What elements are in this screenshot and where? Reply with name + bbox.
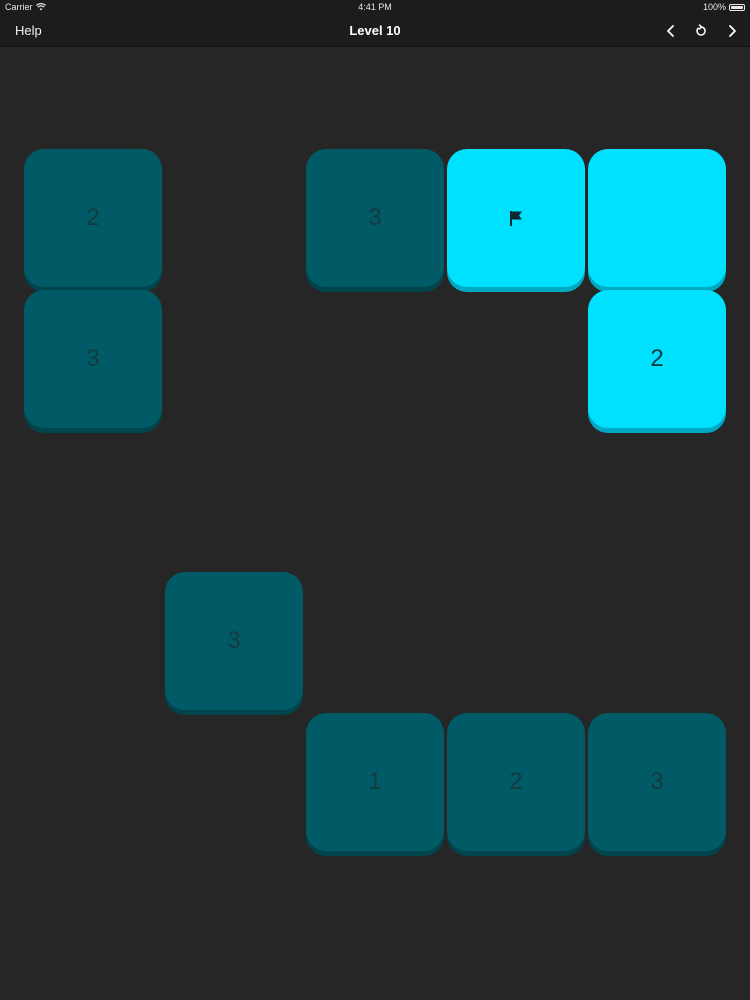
tile-number: 3 bbox=[86, 345, 100, 372]
battery-icon bbox=[729, 3, 745, 11]
tile-dark[interactable]: 3 bbox=[24, 290, 162, 428]
restart-button[interactable] bbox=[691, 21, 711, 41]
tile-dark[interactable]: 2 bbox=[447, 713, 585, 851]
level-title: Level 10 bbox=[349, 23, 401, 38]
status-bar: Carrier 4:41 PM 100% bbox=[0, 0, 750, 14]
battery-label: 100% bbox=[702, 2, 726, 12]
clock: 4:41 PM bbox=[358, 2, 392, 12]
previous-level-button[interactable] bbox=[661, 21, 681, 41]
tile-dark[interactable]: 3 bbox=[306, 149, 444, 287]
flag-icon bbox=[510, 211, 522, 226]
tile-dark[interactable]: 3 bbox=[165, 572, 303, 710]
tile-number: 3 bbox=[227, 627, 241, 654]
tile-light[interactable] bbox=[588, 149, 726, 287]
tile-number: 2 bbox=[509, 768, 523, 795]
tile-dark[interactable]: 2 bbox=[24, 149, 162, 287]
navigation-bar: Help Level 10 bbox=[0, 14, 750, 47]
tile-number: 1 bbox=[368, 768, 382, 795]
tile-number: 2 bbox=[86, 204, 100, 231]
restart-icon bbox=[696, 24, 706, 36]
chevron-right-icon bbox=[729, 25, 736, 37]
tile-number: 2 bbox=[650, 345, 664, 372]
tile-number: 3 bbox=[368, 204, 382, 231]
game-board: 2 3 3 2 3 1 2 3 bbox=[0, 48, 750, 1000]
tile-dark[interactable]: 3 bbox=[588, 713, 726, 851]
chevron-left-icon bbox=[667, 25, 674, 37]
tile-dark[interactable]: 1 bbox=[306, 713, 444, 851]
battery-info: 100% bbox=[703, 2, 745, 12]
tile-light[interactable] bbox=[447, 149, 585, 287]
tile-number: 3 bbox=[650, 768, 664, 795]
next-level-button[interactable] bbox=[722, 21, 742, 41]
tile-light[interactable]: 2 bbox=[588, 290, 726, 428]
